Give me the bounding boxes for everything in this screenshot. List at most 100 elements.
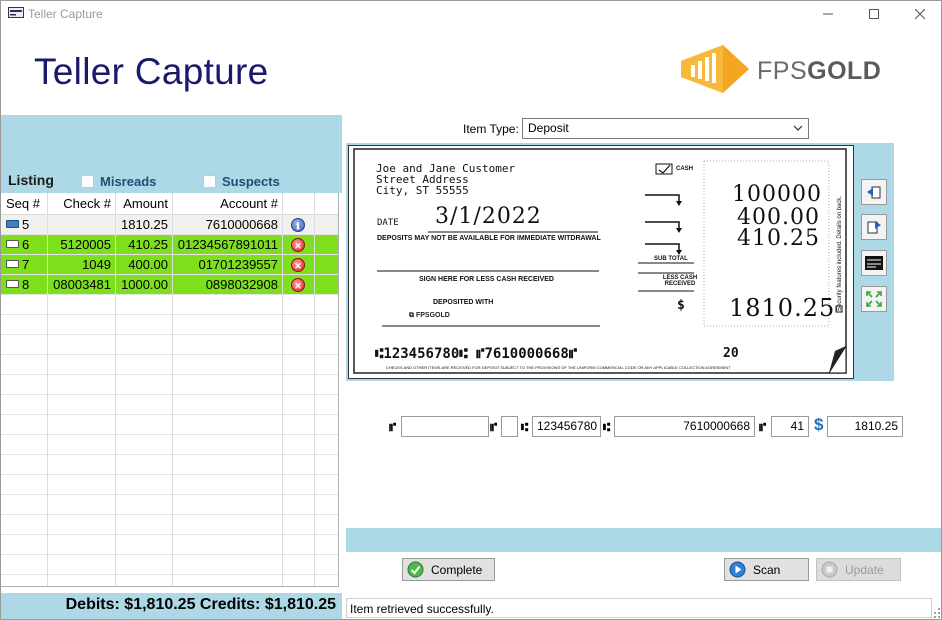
empty-grid-row [1, 555, 338, 575]
resize-grip-icon[interactable] [931, 606, 941, 618]
column-header-seq[interactable]: Seq # [1, 193, 48, 215]
seq-value: 5 [22, 217, 30, 232]
table-row[interactable]: 8 08003481 1000.00 0898032908 ✕ [1, 275, 338, 295]
check-cell: 5120005 [48, 235, 116, 255]
column-header-account[interactable]: Account # [173, 193, 283, 215]
suspects-checkbox[interactable] [203, 175, 216, 188]
checkmark-icon [407, 561, 424, 578]
check-item-icon [6, 260, 19, 268]
account-cell: 7610000668 [173, 215, 283, 235]
status-cell: ✕ [283, 275, 315, 295]
column-header-amount[interactable]: Amount [116, 193, 173, 215]
minimize-icon [823, 13, 833, 15]
seq-cell: 5 [1, 215, 48, 235]
check-cash-label: CASH [676, 166, 694, 172]
grid-rows: 5 1810.25 7610000668 ℹ 6 5120005 410.25 … [1, 215, 338, 586]
empty-grid-row [1, 575, 338, 586]
check-micr-seq: 20 [723, 346, 739, 361]
seq-value: 6 [22, 237, 30, 252]
check-hand-total: 1810.25 [729, 294, 836, 322]
tab-listing[interactable]: Listing [8, 172, 54, 188]
amount-cell: 1810.25 [116, 215, 173, 235]
tran-code-field[interactable]: 41 [771, 416, 809, 437]
aux-onus-field[interactable] [401, 416, 489, 437]
logo-text-bold: GOLD [807, 57, 882, 85]
column-header-check[interactable]: Check # [48, 193, 116, 215]
complete-button[interactable]: Complete [402, 558, 495, 581]
fps-mark-text: FPSGOLD [415, 312, 450, 319]
status-cell: ℹ [283, 215, 315, 235]
epc-field[interactable] [501, 416, 518, 437]
page-title: Teller Capture [34, 51, 269, 92]
item-type-value: Deposit [528, 121, 569, 135]
scan-button[interactable]: Scan [724, 558, 809, 581]
listing-grid[interactable]: Seq # Check # Amount Account # 5 1810.25… [1, 193, 339, 587]
routing-symbol: ⑆ [521, 420, 529, 434]
rotate-right-button[interactable] [861, 214, 887, 240]
empty-grid-row [1, 415, 338, 435]
check-availability-notice: DEPOSITS MAY NOT BE AVAILABLE FOR IMMEDI… [377, 235, 601, 242]
check-footer-note: CHECKS AND OTHER ITEMS ARE RECEIVED FOR … [386, 365, 731, 370]
play-icon [729, 561, 746, 578]
column-header-filler [315, 193, 338, 215]
tab-misreads[interactable]: Misreads [100, 174, 156, 189]
empty-grid-row [1, 355, 338, 375]
check-image[interactable]: Joe and Jane Customer Street Address Cit… [348, 145, 854, 379]
check-cell: 08003481 [48, 275, 116, 295]
column-header-status [283, 193, 315, 215]
check-image-panel: Joe and Jane Customer Street Address Cit… [346, 143, 894, 381]
rotate-forward-icon [867, 221, 881, 234]
check-date-label: DATE [377, 218, 399, 228]
check-item-icon [6, 280, 19, 288]
empty-grid-row [1, 435, 338, 455]
table-row[interactable]: 5 1810.25 7610000668 ℹ [1, 215, 338, 235]
seq-cell: 6 [1, 235, 48, 255]
rotate-left-button[interactable] [861, 179, 887, 205]
tran-code-symbol: ⑈ [759, 420, 767, 434]
error-status-icon[interactable]: ✕ [291, 238, 305, 252]
check-cell [48, 215, 116, 235]
minimize-button[interactable] [805, 1, 851, 27]
complete-button-label: Complete [431, 563, 483, 577]
tab-suspects[interactable]: Suspects [222, 174, 280, 189]
filler-cell [315, 255, 338, 275]
app-window: Teller Capture Teller Capture FPSGOLD Li… [0, 0, 942, 620]
dollar-icon: $ [814, 415, 824, 434]
amount-cell: 400.00 [116, 255, 173, 275]
table-row[interactable]: 7 1049 400.00 01701239557 ✕ [1, 255, 338, 275]
filler-cell [315, 235, 338, 255]
close-button[interactable] [897, 1, 941, 27]
misreads-checkbox[interactable] [81, 175, 94, 188]
view-back-button[interactable] [861, 250, 887, 276]
empty-grid-row [1, 335, 338, 355]
routing-field[interactable]: 123456780 [532, 416, 601, 437]
empty-grid-row [1, 315, 338, 335]
left-header-band [1, 115, 342, 171]
zoom-fit-button[interactable] [861, 286, 887, 312]
amount-field[interactable]: 1810.25 [827, 416, 903, 437]
fps-mark-icon: ⧉ [409, 312, 416, 319]
status-bar: Item retrieved successfully. [346, 598, 932, 618]
maximize-button[interactable] [851, 1, 897, 27]
grid-header-row: Seq # Check # Amount Account # [1, 193, 338, 215]
seq-cell: 7 [1, 255, 48, 275]
check-cell: 1049 [48, 255, 116, 275]
empty-grid-row [1, 375, 338, 395]
check-dollar-sign: $ [677, 298, 685, 313]
check-less-cash-label: LESS CASH RECEIVED [662, 275, 698, 287]
update-button[interactable]: Update [816, 558, 901, 581]
update-icon [821, 561, 838, 578]
deposit-slip-icon [6, 220, 19, 228]
info-status-icon[interactable]: ℹ [291, 218, 305, 232]
expand-icon [866, 291, 882, 307]
account-field[interactable]: 7610000668 [614, 416, 755, 437]
close-icon [915, 9, 925, 19]
table-row[interactable]: 6 5120005 410.25 01234567891011 ✕ [1, 235, 338, 255]
chevron-down-icon [793, 125, 803, 131]
error-status-icon[interactable]: ✕ [291, 258, 305, 272]
error-status-icon[interactable]: ✕ [291, 278, 305, 292]
item-type-select[interactable]: Deposit [522, 118, 809, 139]
epc-symbol: ⑈ [490, 420, 498, 434]
teller-capture-app-icon [8, 7, 24, 18]
check-sign-label: SIGN HERE FOR LESS CASH RECEIVED [419, 276, 554, 283]
